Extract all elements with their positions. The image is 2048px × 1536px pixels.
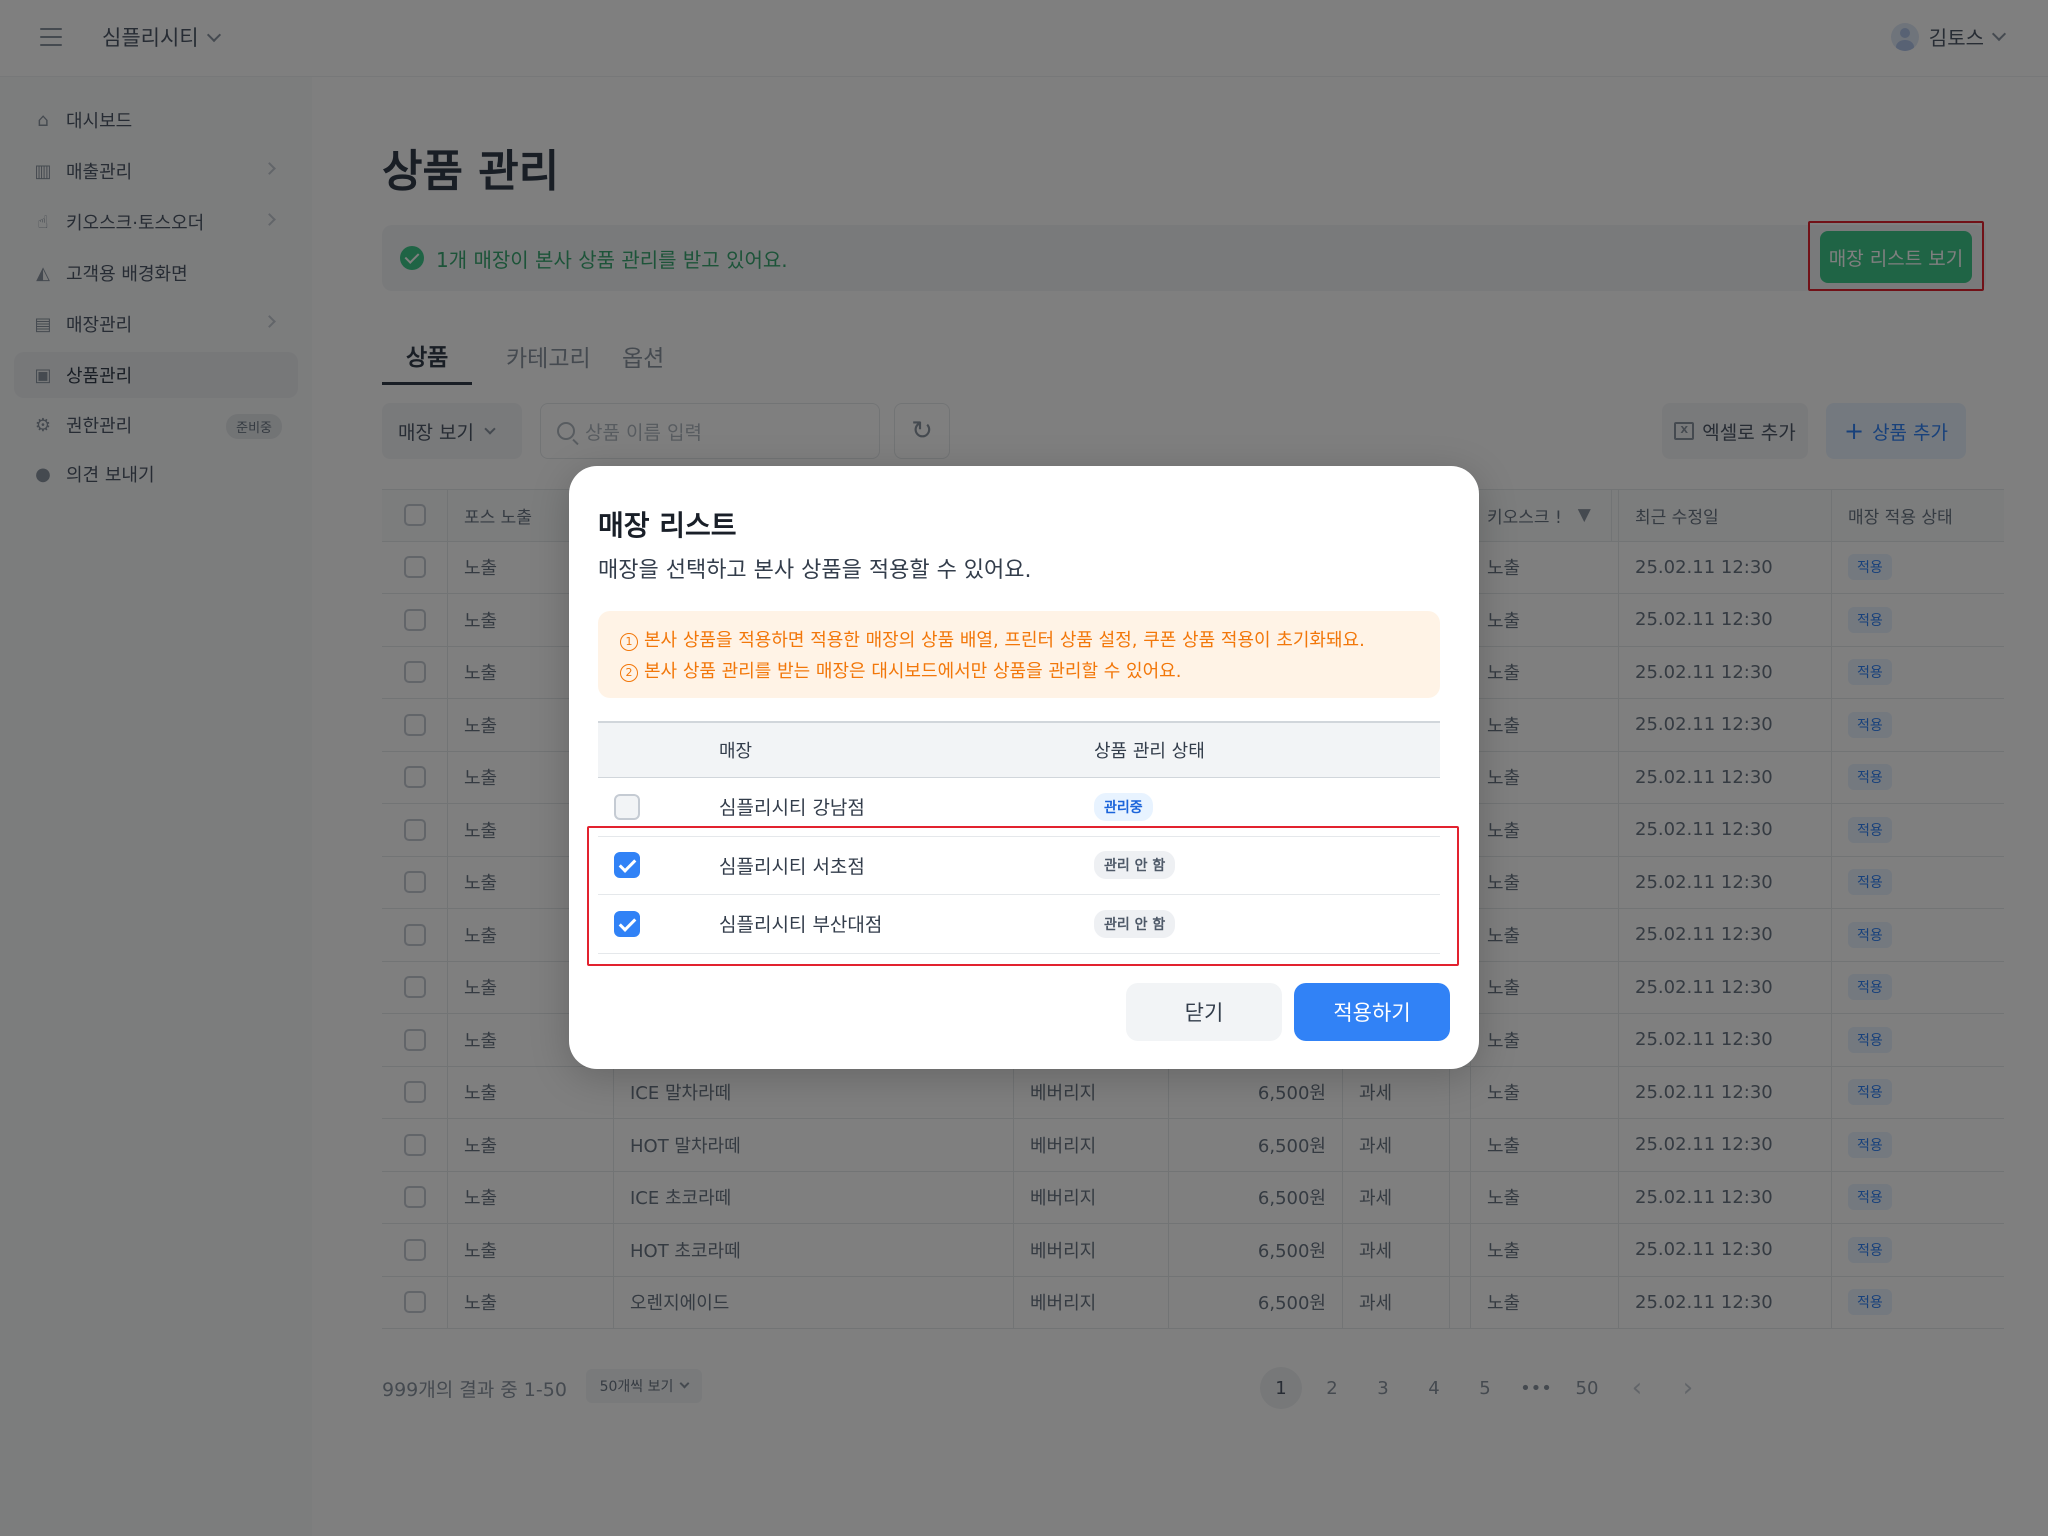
status-badge: 관리중 bbox=[1094, 792, 1153, 821]
store-table-header: 매장 상품 관리 상태 bbox=[598, 721, 1440, 778]
apply-button[interactable]: 적용하기 bbox=[1294, 983, 1450, 1041]
modal-subtitle: 매장을 선택하고 본사 상품을 적용할 수 있어요. bbox=[598, 558, 1032, 583]
modal-title: 매장 리스트 bbox=[598, 509, 737, 542]
warning-text: 본사 상품을 적용하면 적용한 매장의 상품 배열, 프린터 상품 설정, 쿠폰… bbox=[644, 630, 1365, 651]
number-circle-icon: 1 bbox=[620, 633, 638, 651]
warning-line: 1 본사 상품을 적용하면 적용한 매장의 상품 배열, 프린터 상품 설정, 쿠… bbox=[620, 625, 1440, 656]
warning-line: 2 본사 상품 관리를 받는 매장은 대시보드에서만 상품을 관리할 수 있어요. bbox=[620, 656, 1440, 687]
number-circle-icon: 2 bbox=[620, 664, 638, 682]
close-button[interactable]: 닫기 bbox=[1126, 983, 1282, 1041]
warning-text: 본사 상품 관리를 받는 매장은 대시보드에서만 상품을 관리할 수 있어요. bbox=[644, 661, 1182, 682]
header-store: 매장 bbox=[719, 741, 753, 762]
highlight-box bbox=[587, 826, 1459, 966]
store-list-modal: 매장 리스트 매장을 선택하고 본사 상품을 적용할 수 있어요. 1 본사 상품… bbox=[569, 466, 1479, 1069]
store-checkbox[interactable] bbox=[614, 793, 640, 820]
warning-box: 1 본사 상품을 적용하면 적용한 매장의 상품 배열, 프린터 상품 설정, 쿠… bbox=[598, 611, 1440, 698]
header-status: 상품 관리 상태 bbox=[1094, 741, 1205, 762]
